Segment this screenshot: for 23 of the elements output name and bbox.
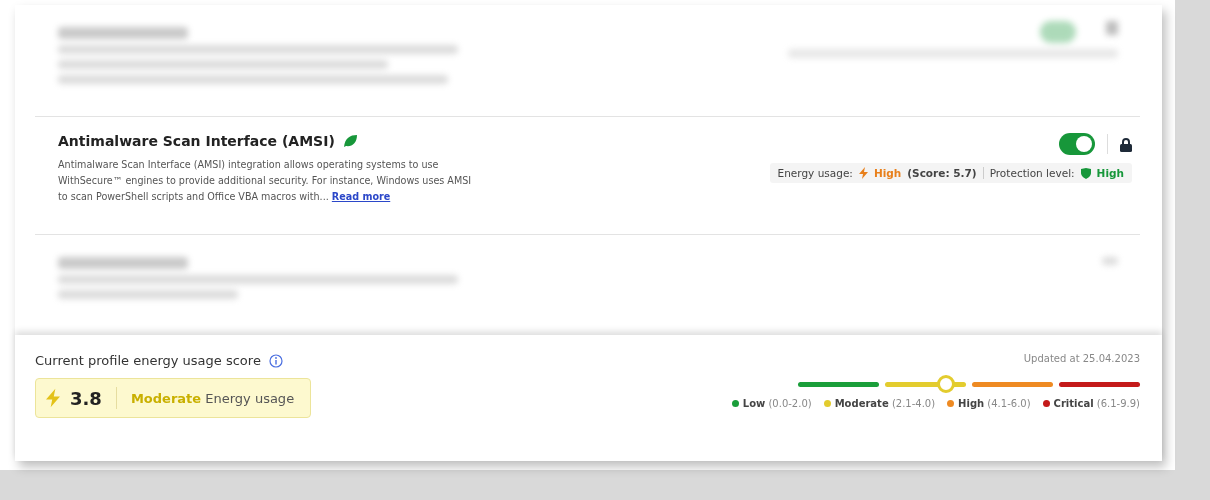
legend-label: Moderate (2.1-4.0) bbox=[834, 398, 936, 409]
scale-thumb bbox=[937, 375, 956, 393]
footer-title: Current profile energy usage score bbox=[35, 353, 261, 368]
energy-value: High bbox=[873, 167, 902, 179]
energy-label: Energy usage: bbox=[777, 167, 853, 179]
shield-icon bbox=[1080, 167, 1091, 179]
toggle-switch[interactable] bbox=[1059, 133, 1095, 155]
read-more-link[interactable]: Read more bbox=[331, 191, 391, 202]
protection-value: High bbox=[1096, 167, 1124, 179]
setting-description: Antimalware Scan Interface (AMSI) integration allows operating systems to use WithSecure™ engines to provide additional security. For instance, Windows uses AMSI to scan PowerShell scripts and Office VBA macros with... Read more bbox=[58, 158, 473, 204]
legend-label: High (4.1-6.0) bbox=[958, 398, 1031, 409]
score-level: Moderate Energy usage bbox=[130, 390, 295, 406]
legend-label: Critical (6.1-9.9) bbox=[1053, 398, 1140, 409]
energy-score: (Score: 5.7) bbox=[907, 167, 977, 179]
score-value: 3.8 bbox=[70, 387, 102, 409]
bolt-icon bbox=[858, 167, 868, 179]
bolt-icon bbox=[46, 388, 60, 408]
legend-label: Low (0.0-2.0) bbox=[742, 398, 812, 409]
updated-date: Updated at 25.04.2023 bbox=[1023, 353, 1140, 364]
setting-title: Antimalware Scan Interface (AMSI) bbox=[58, 133, 335, 149]
protection-label: Protection level: bbox=[989, 167, 1075, 179]
info-icon[interactable] bbox=[268, 353, 283, 368]
leaf-icon bbox=[342, 134, 358, 148]
